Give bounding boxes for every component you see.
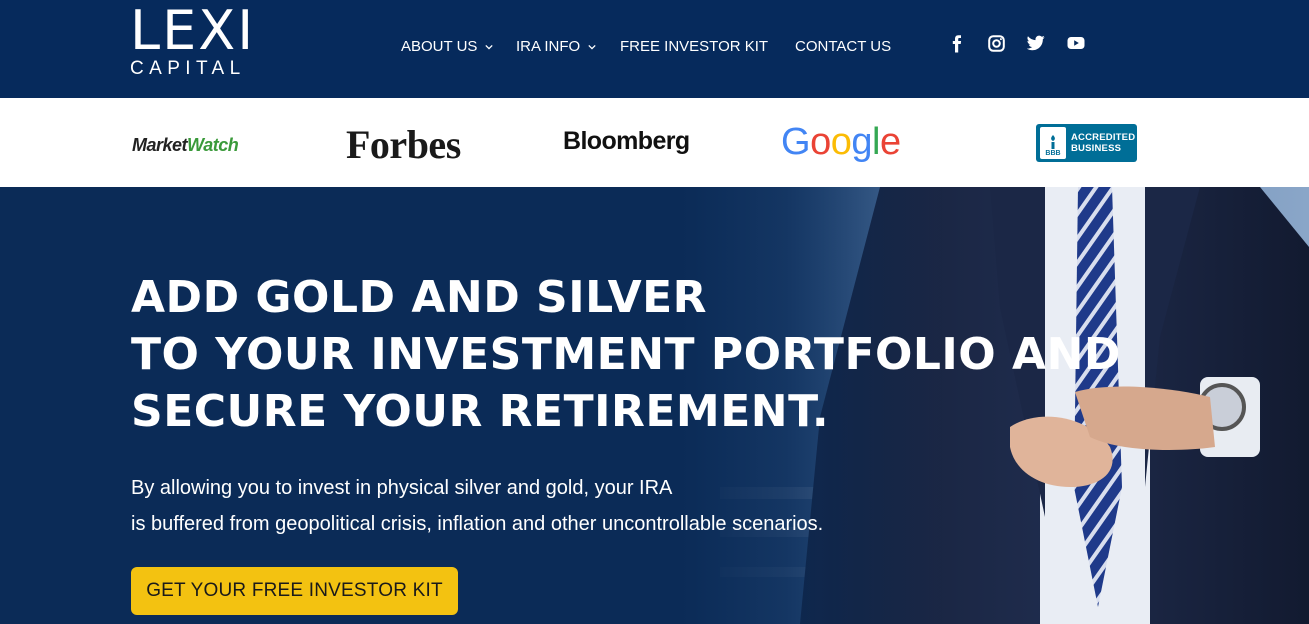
bbb-line-1: ACCREDITED: [1071, 132, 1136, 143]
get-free-investor-kit-button[interactable]: GET YOUR FREE INVESTOR KIT: [131, 567, 458, 615]
youtube-icon[interactable]: [1067, 35, 1085, 51]
bloomberg-logo: Bloomberg: [563, 127, 690, 155]
chevron-down-icon: [588, 44, 596, 50]
nav-free-investor-kit-label: FREE INVESTOR KIT: [620, 38, 769, 55]
hero-section: ADD GOLD AND SILVER TO YOUR INVESTMENT P…: [0, 187, 1309, 624]
google-letter: o: [810, 121, 831, 163]
nav-contact-us[interactable]: CONTACT US: [795, 38, 891, 55]
site-logo[interactable]: LEXI CAPITAL: [130, 0, 256, 79]
google-letter: o: [830, 121, 852, 163]
bbb-seal-icon: BBB: [1040, 127, 1066, 159]
hero-headline-line-1: ADD GOLD AND SILVER: [131, 272, 708, 323]
hero-headline: ADD GOLD AND SILVER TO YOUR INVESTMENT P…: [131, 269, 1121, 440]
marketwatch-logo-part-b: Watch: [187, 135, 239, 155]
nav-about-us[interactable]: ABOUT US: [401, 38, 494, 55]
torch-icon: [1051, 135, 1055, 149]
nav-ira-info-label: IRA INFO: [516, 38, 581, 55]
google-letter: e: [879, 121, 901, 163]
google-letter: G: [781, 121, 811, 163]
nav-ira-info[interactable]: IRA INFO: [516, 38, 596, 55]
hero-subtext-line-2: is buffered from geopolitical crisis, in…: [131, 513, 824, 535]
google-letter: l: [871, 121, 880, 163]
logo-sub-text: CAPITAL: [130, 58, 246, 79]
google-letter: g: [851, 121, 872, 163]
twitter-icon[interactable]: [1027, 35, 1045, 51]
bbb-text: ACCREDITED BUSINESS: [1071, 132, 1135, 154]
press-logo-bar: MarketWatch Forbes Bloomberg Google BBB …: [0, 98, 1309, 187]
hero-headline-line-2: TO YOUR INVESTMENT PORTFOLIO AND: [131, 329, 1121, 380]
nav-free-investor-kit[interactable]: FREE INVESTOR KIT: [620, 38, 768, 55]
bbb-line-2: BUSINESS: [1071, 143, 1122, 154]
nav-about-us-label: ABOUT US: [401, 38, 478, 55]
site-header: LEXI CAPITAL ABOUT US IRA INFO FREE INVE…: [0, 0, 1309, 98]
marketwatch-logo: MarketWatch: [132, 135, 239, 156]
hero-subtext: By allowing you to invest in physical si…: [131, 470, 823, 542]
google-logo: Google: [781, 121, 901, 164]
forbes-logo: Forbes: [346, 122, 461, 167]
nav-contact-us-label: CONTACT US: [795, 38, 892, 55]
chevron-down-icon: [485, 44, 494, 50]
instagram-icon[interactable]: [988, 35, 1005, 52]
bbb-accredited-badge[interactable]: BBB ACCREDITED BUSINESS: [1036, 124, 1137, 162]
bbb-seal-text: BBB: [1045, 150, 1061, 157]
hero-headline-line-3: SECURE YOUR RETIREMENT.: [131, 386, 830, 437]
hero-subtext-line-1: By allowing you to invest in physical si…: [131, 477, 673, 499]
logo-main-text: LEXI: [130, 0, 256, 62]
facebook-icon[interactable]: [950, 35, 964, 53]
marketwatch-logo-part-a: Market: [132, 135, 188, 155]
